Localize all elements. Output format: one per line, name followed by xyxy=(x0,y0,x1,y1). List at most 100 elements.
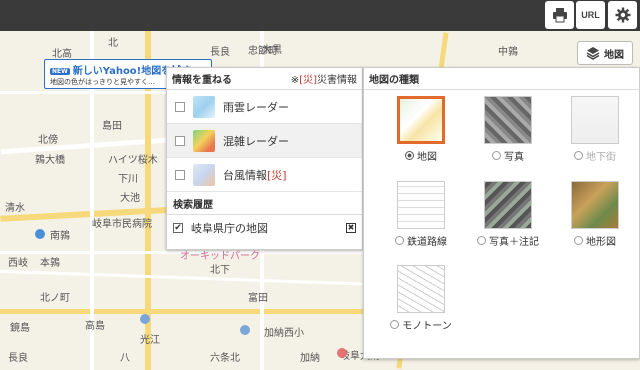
label-kitatomo: 北傍 xyxy=(38,135,58,146)
map-type-option[interactable]: 鉄道路線 xyxy=(376,233,466,248)
settings-button[interactable] xyxy=(608,1,637,29)
map-type-thumbnail[interactable] xyxy=(397,96,445,144)
map-type-map[interactable]: 地図 xyxy=(376,96,466,163)
new-badge: NEW xyxy=(50,67,70,75)
layer-row-typhoon-info[interactable]: 台風情報 [災] xyxy=(167,158,362,192)
label-fujisakicho: 高島 xyxy=(85,321,105,332)
label-koeki: 光江 xyxy=(140,335,160,346)
label-kitano: 北ノ町 xyxy=(40,293,70,304)
label-gifu-hospital: 岐阜市民病院 xyxy=(92,219,152,230)
label-tomo: 長良 xyxy=(8,353,28,364)
map-type-railway[interactable]: 鉄道路線 xyxy=(376,181,466,248)
layer-label: 雨雲レーダー xyxy=(223,100,289,114)
map-type-label: 地下街 xyxy=(586,152,616,163)
layer-checkbox[interactable] xyxy=(175,169,185,180)
layer-checkbox[interactable] xyxy=(175,101,185,112)
map-type-underground: 地下街 xyxy=(550,96,640,163)
overlay-panel-header: 情報を重ねる ※[災]災害情報 xyxy=(167,68,362,90)
map-tab-label: 地図 xyxy=(604,49,624,61)
map-type-photo[interactable]: 写真 xyxy=(463,96,553,163)
disaster-tag: [災] xyxy=(267,168,287,182)
map-type-thumbnail[interactable] xyxy=(484,96,532,144)
radio-button[interactable] xyxy=(477,236,486,245)
radio-button[interactable] xyxy=(574,236,583,245)
station-pin-icon[interactable] xyxy=(337,348,347,358)
layers-icon xyxy=(586,47,600,60)
label-hon: 本鶉 xyxy=(40,258,60,269)
gear-icon xyxy=(615,7,630,23)
hospital-pin-icon[interactable] xyxy=(35,229,45,239)
map-type-monotone[interactable]: モノトーン xyxy=(376,265,466,332)
history-label: 岐阜県庁の地図 xyxy=(191,222,268,235)
disaster-prefix: ※ xyxy=(290,75,300,86)
print-button[interactable] xyxy=(545,1,574,29)
map-type-label: モノトーン xyxy=(402,321,452,332)
map-type-option[interactable]: 地形図 xyxy=(550,233,640,248)
label-kano: 加納 xyxy=(300,353,320,364)
label-kagami: 鏡島 xyxy=(10,323,30,334)
label-rokujo: 六条北 xyxy=(210,353,240,364)
map-type-thumbnail[interactable] xyxy=(397,265,445,313)
label-shimo: 下川 xyxy=(118,174,138,185)
map-type-option[interactable]: 地図 xyxy=(376,148,466,163)
label-nishi: 西岐 xyxy=(8,258,28,269)
label-uzura: 鶉大橋 xyxy=(35,155,65,166)
map-type-panel: 地図の種類 地図 写真 地下街鉄道路線 写真＋注記 地形図モノトーン xyxy=(363,67,640,359)
label-kanoshi: 加納西小 xyxy=(264,328,304,339)
disaster-bracket: [災] xyxy=(299,75,317,86)
label-minami-ike: 南鶉 xyxy=(50,231,70,242)
disaster-text: 災害情報 xyxy=(317,75,357,86)
label-kitakoshin: 北高 xyxy=(52,49,72,60)
top-toolbar: URL xyxy=(0,0,640,31)
url-button-label: URL xyxy=(581,10,600,20)
label-ohashi: 大黒 xyxy=(262,45,282,56)
history-checkbox[interactable]: ✔ xyxy=(173,223,183,233)
map-type-label: 鉄道路線 xyxy=(407,237,447,248)
rain-radar-thumbnail xyxy=(193,95,215,118)
map-type-option[interactable]: 写真＋注記 xyxy=(463,233,553,248)
map-type-label: 写真 xyxy=(504,152,524,163)
url-button[interactable]: URL xyxy=(576,1,605,29)
map-type-title: 地図の種類 xyxy=(364,68,639,90)
map-type-terrain[interactable]: 地形図 xyxy=(550,181,640,248)
map-type-thumbnail[interactable] xyxy=(484,181,532,229)
label-yata: 八 xyxy=(120,353,130,364)
map-type-label: 地図 xyxy=(417,152,437,163)
overlay-panel-title: 情報を重ねる xyxy=(172,75,232,86)
label-nagara: 長良 xyxy=(210,47,230,58)
radio-button[interactable] xyxy=(395,236,404,245)
label-haitsu: ハイツ桜木 xyxy=(108,155,158,166)
search-history-title: 検索履歴 xyxy=(167,192,362,215)
typhoon-thumbnail xyxy=(193,163,215,186)
map-type-option[interactable]: 写真 xyxy=(463,148,553,163)
radio-button[interactable] xyxy=(405,151,414,160)
map-type-photo-notes[interactable]: 写真＋注記 xyxy=(463,181,553,248)
layer-row-traffic-radar[interactable]: 混雑レーダー xyxy=(167,124,362,158)
layer-label: 混雑レーダー xyxy=(223,134,289,148)
label-tomihara: 富田 xyxy=(248,293,268,304)
map-type-thumbnail xyxy=(571,96,619,144)
layer-checkbox[interactable] xyxy=(175,135,185,146)
map-type-option[interactable]: モノトーン xyxy=(376,317,466,332)
history-item[interactable]: ✔ 岐阜県庁の地図 ✖ xyxy=(167,215,362,241)
poi-pin-icon[interactable] xyxy=(240,325,250,335)
map-type-label: 写真＋注記 xyxy=(489,237,539,248)
map-type-thumbnail[interactable] xyxy=(397,181,445,229)
traffic-radar-thumbnail xyxy=(193,129,215,152)
close-icon[interactable]: ✖ xyxy=(346,223,356,233)
radio-button xyxy=(574,151,583,160)
map-type-label: 地形図 xyxy=(586,237,616,248)
radio-button[interactable] xyxy=(390,320,400,329)
label-shimizucho: 島田 xyxy=(102,121,122,132)
label-omiya: 大池 xyxy=(120,193,140,204)
label-kita: 北 xyxy=(108,38,118,49)
disaster-legend: ※[災]災害情報 xyxy=(291,71,357,86)
layer-row-rain-radar[interactable]: 雨雲レーダー xyxy=(167,90,362,124)
label-kitagashi: 北下 xyxy=(210,265,230,276)
map-layers-button[interactable]: 地図 xyxy=(577,41,633,65)
map-type-thumbnail[interactable] xyxy=(571,181,619,229)
radio-button[interactable] xyxy=(492,151,501,160)
poi-pin-icon[interactable] xyxy=(140,314,150,324)
map-type-option: 地下街 xyxy=(550,148,640,163)
layer-label: 台風情報 xyxy=(223,168,267,182)
